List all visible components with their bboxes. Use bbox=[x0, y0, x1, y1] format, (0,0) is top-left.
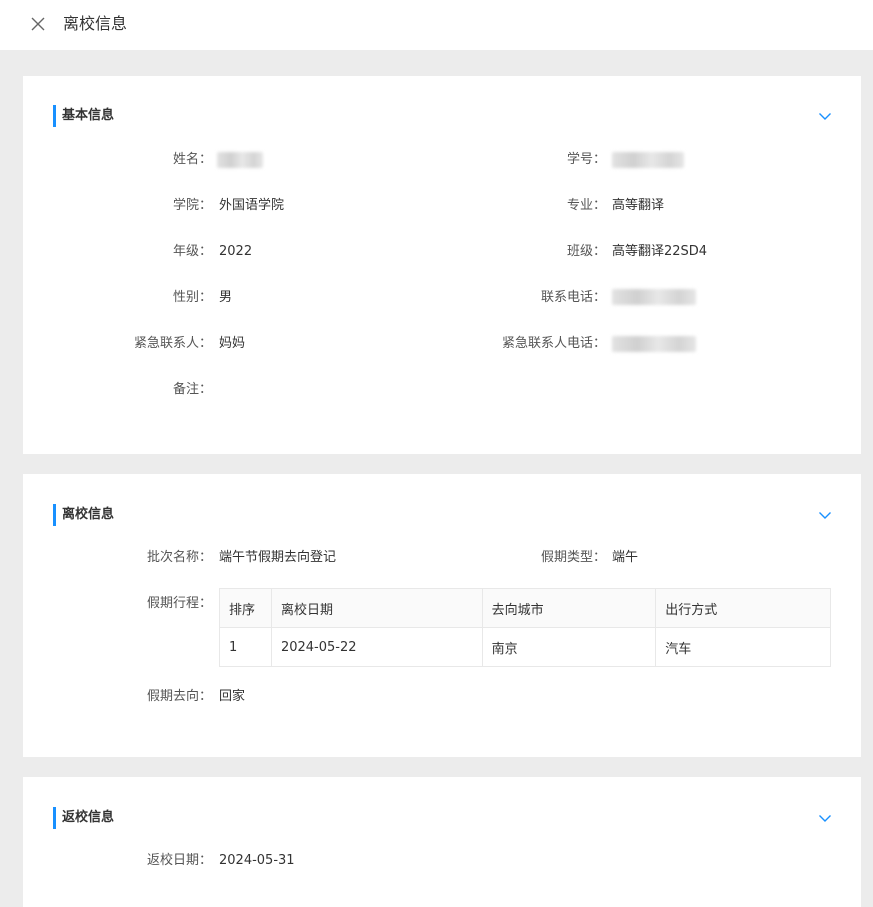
leave-info-card: 离校信息 批次名称： 端午节假期去向登记 假期类型： 端午 假期行程： 排序 离… bbox=[23, 474, 861, 757]
return-date-value: 2024-05-31 bbox=[219, 853, 295, 868]
page-title: 离校信息 bbox=[63, 14, 128, 33]
emergency-phone-label: 紧急联系人电话： bbox=[501, 336, 606, 351]
emergency-contact-label: 紧急联系人： bbox=[133, 336, 212, 351]
return-date-label: 返校日期： bbox=[146, 853, 212, 868]
section-title: 基本信息 bbox=[62, 108, 115, 123]
close-icon bbox=[31, 17, 45, 31]
return-info-card: 返校信息 返校日期： 2024-05-31 bbox=[23, 777, 861, 907]
section-title: 返校信息 bbox=[62, 810, 115, 825]
cell-order: 1 bbox=[219, 627, 272, 667]
phone-label: 联系电话： bbox=[540, 290, 606, 305]
grade-value: 2022 bbox=[219, 244, 253, 259]
cell-transport: 汽车 bbox=[655, 627, 831, 667]
column-header-order: 排序 bbox=[219, 588, 272, 628]
student-id-redacted bbox=[612, 152, 684, 168]
college-label: 学院： bbox=[172, 198, 212, 213]
chevron-down-icon[interactable] bbox=[817, 810, 833, 826]
batch-value: 端午节假期去向登记 bbox=[219, 550, 337, 565]
column-header-leave-date: 离校日期 bbox=[270, 588, 483, 628]
top-bar: 离校信息 bbox=[0, 0, 873, 50]
college-value: 外国语学院 bbox=[219, 198, 285, 213]
return-info-header: 返校信息 bbox=[53, 807, 833, 829]
phone-redacted bbox=[612, 289, 696, 305]
destination-value: 回家 bbox=[219, 689, 246, 704]
name-label: 姓名： bbox=[172, 152, 212, 167]
cell-leave-date: 2024-05-22 bbox=[270, 627, 483, 667]
major-label: 专业： bbox=[566, 198, 606, 213]
student-id-label: 学号： bbox=[566, 152, 606, 167]
chevron-down-icon[interactable] bbox=[817, 108, 833, 124]
name-redacted bbox=[217, 152, 263, 168]
leave-info-header: 离校信息 bbox=[53, 504, 833, 526]
section-accent-bar bbox=[53, 105, 56, 127]
gender-label: 性别： bbox=[172, 290, 212, 305]
table-row: 1 2024-05-22 南京 汽车 bbox=[219, 627, 831, 667]
grade-label: 年级： bbox=[172, 244, 212, 259]
emergency-phone-redacted bbox=[612, 336, 696, 352]
major-value: 高等翻译 bbox=[612, 198, 665, 213]
remark-label: 备注： bbox=[172, 382, 212, 397]
holiday-type-label: 假期类型： bbox=[540, 550, 606, 565]
class-value: 高等翻译22SD4 bbox=[612, 244, 708, 259]
batch-label: 批次名称： bbox=[146, 550, 212, 565]
itinerary-label: 假期行程： bbox=[146, 596, 212, 611]
class-label: 班级： bbox=[566, 244, 606, 259]
destination-label: 假期去向： bbox=[146, 689, 212, 704]
holiday-type-value: 端午 bbox=[612, 550, 639, 565]
section-title: 离校信息 bbox=[62, 507, 115, 522]
gender-value: 男 bbox=[219, 290, 233, 305]
close-button[interactable] bbox=[28, 14, 48, 34]
chevron-down-icon[interactable] bbox=[817, 507, 833, 523]
column-header-transport: 出行方式 bbox=[655, 588, 831, 628]
section-accent-bar bbox=[53, 807, 56, 829]
emergency-contact-value: 妈妈 bbox=[219, 336, 246, 351]
basic-info-header: 基本信息 bbox=[53, 105, 833, 127]
basic-info-card: 基本信息 姓名： 学号： 学院： 外国语学院 专业： 高等翻译 年级： 2022… bbox=[23, 76, 861, 454]
column-header-city: 去向城市 bbox=[481, 588, 657, 628]
itinerary-table: 排序 离校日期 去向城市 出行方式 1 2024-05-22 南京 汽车 bbox=[219, 588, 831, 667]
cell-city: 南京 bbox=[481, 627, 657, 667]
section-accent-bar bbox=[53, 504, 56, 526]
table-header-row: 排序 离校日期 去向城市 出行方式 bbox=[219, 588, 831, 628]
